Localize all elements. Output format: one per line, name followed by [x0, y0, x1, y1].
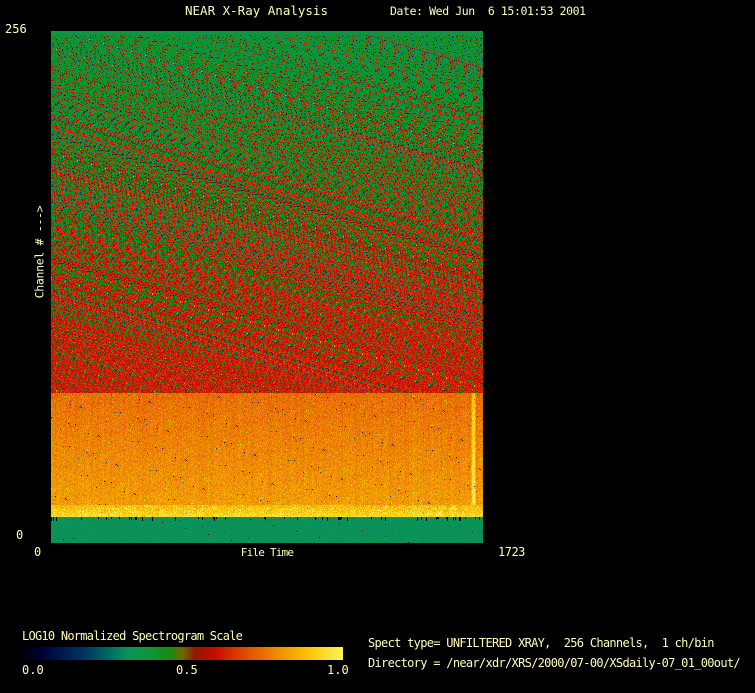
x-axis-min-label: 0	[34, 545, 42, 559]
x-axis-max-label: 1723	[498, 545, 525, 559]
header-date: Date: Wed Jun 6 15:01:53 2001	[390, 4, 586, 18]
x-axis-title: File Time	[240, 546, 294, 559]
colorbar-title: LOG10 Normalized Spectrogram Scale	[22, 629, 243, 643]
spect-type-info: Spect type= UNFILTERED XRAY, 256 Channel…	[368, 636, 715, 650]
spectrogram-image	[51, 31, 483, 543]
y-axis-min-label: 0	[16, 528, 24, 542]
colorbar-tick-mid: 0.5	[176, 663, 198, 677]
app-window: NEAR X-Ray Analysis Date: Wed Jun 6 15:0…	[0, 0, 755, 693]
colorbar-tick-min: 0.0	[22, 663, 44, 677]
page-title: NEAR X-Ray Analysis	[185, 3, 328, 18]
colorbar-tick-max: 1.0	[327, 663, 349, 677]
y-axis-title: Channel # --->	[32, 205, 47, 299]
y-axis-max-label: 256	[5, 22, 27, 36]
directory-info: Directory = /near/xdr/XRS/2000/07-00/XSd…	[368, 656, 741, 670]
colorbar-gradient	[22, 647, 343, 660]
